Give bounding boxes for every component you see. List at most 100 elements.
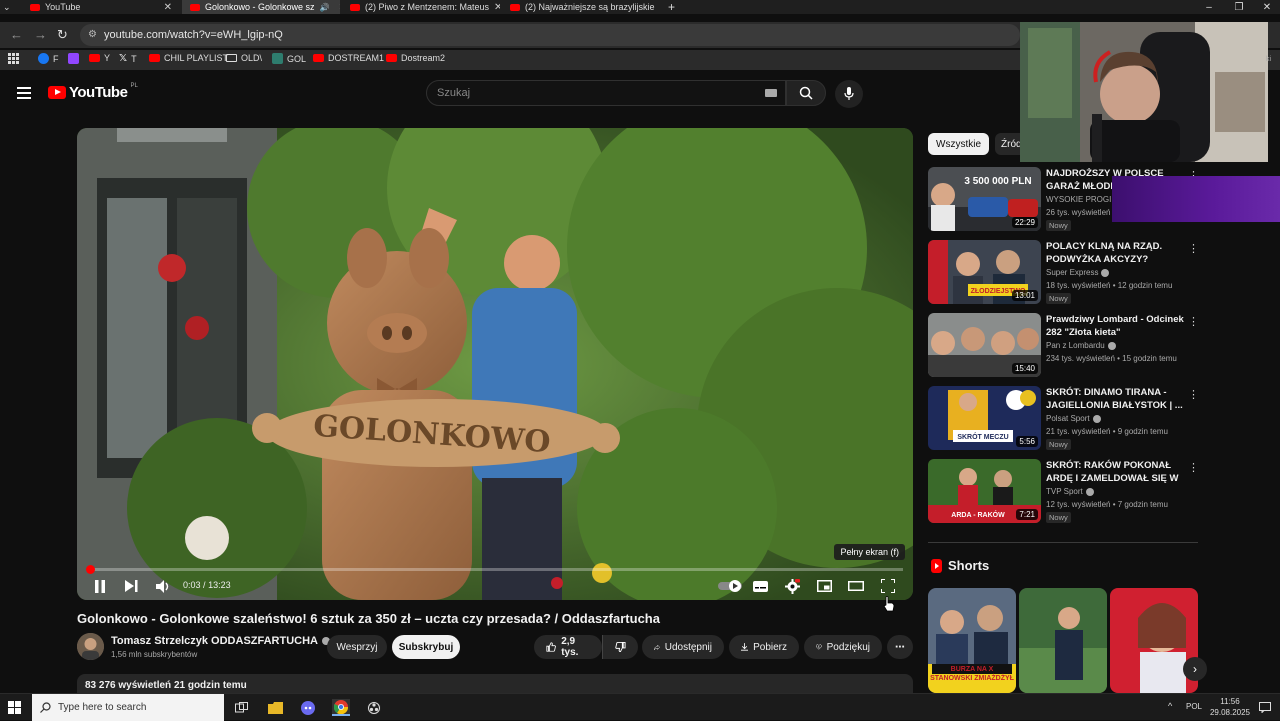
volume-button[interactable]: [152, 576, 174, 596]
close-icon[interactable]: ✕: [339, 2, 340, 13]
short-item[interactable]: [1110, 588, 1198, 693]
recommendation-item[interactable]: ARDA - RAKÓW 7:21 SKRÓT: RAKÓW POKONAŁ A…: [928, 459, 1198, 525]
dislike-button[interactable]: [602, 635, 638, 659]
site-info-icon[interactable]: ⚙: [88, 29, 97, 40]
notifications-icon[interactable]: [1256, 699, 1274, 716]
bookmark-gol[interactable]: GOL: [272, 53, 306, 64]
clock-date[interactable]: 29.08.2025: [1209, 708, 1251, 717]
channel-avatar[interactable]: [77, 633, 104, 660]
short-item[interactable]: BURZA NA X STANOWSKI ZMIAŻDŻYŁ: [928, 588, 1016, 693]
chip-all[interactable]: Wszystkie: [928, 133, 989, 155]
clock-time[interactable]: 11:56: [1217, 697, 1243, 706]
more-vertical-icon[interactable]: ⋮: [1188, 315, 1199, 328]
recommendation-title[interactable]: SKRÓT: DINAMO TIRANA - JAGIELLONIA BIAŁY…: [1046, 386, 1186, 412]
recommendation-meta: 21 tys. wyświetleń • 9 godzin temu: [1046, 427, 1168, 436]
bookmark-t[interactable]: 𝕏T: [119, 53, 137, 64]
channel-label: Super Express: [1046, 268, 1098, 277]
taskbar-search-input[interactable]: Type here to search: [32, 694, 224, 721]
bookmark-y[interactable]: Y: [89, 53, 110, 63]
close-icon[interactable]: ✕: [494, 2, 500, 13]
bookmark-f[interactable]: F: [38, 53, 59, 64]
autoplay-toggle[interactable]: [717, 576, 745, 596]
file-explorer-icon[interactable]: [266, 699, 284, 716]
recommendation-channel[interactable]: Pan z Lombardu: [1046, 341, 1116, 350]
address-bar[interactable]: ⚙ youtube.com/watch?v=eWH_lgip-nQ: [80, 24, 1020, 46]
recommendation-channel[interactable]: Polsat Sport: [1046, 414, 1101, 423]
tab-search-dropdown[interactable]: ⌄: [0, 0, 14, 14]
subscribe-button[interactable]: Subskrybuj: [392, 635, 460, 659]
more-vertical-icon[interactable]: ⋮: [1188, 388, 1199, 401]
reload-button[interactable]: ↻: [57, 27, 68, 43]
windows-start-icon[interactable]: [8, 701, 21, 714]
subtitles-button[interactable]: [749, 576, 771, 596]
settings-button[interactable]: [781, 576, 803, 596]
pause-button[interactable]: [89, 576, 111, 596]
video-thumbnail[interactable]: SKRÓT MECZU 5:56: [928, 386, 1041, 450]
tab-brazylijskie[interactable]: (2) Najważniejsze są brazylijskie ✕: [502, 0, 660, 14]
task-view-icon[interactable]: [232, 699, 250, 716]
recommendation-channel[interactable]: Super Express: [1046, 268, 1109, 277]
keyboard-icon[interactable]: [765, 89, 777, 97]
video-thumbnail[interactable]: 3 500 000 PLN 22:29: [928, 167, 1041, 231]
bookmark-dostream2[interactable]: Dostream2: [386, 53, 445, 63]
fullscreen-button[interactable]: [877, 576, 899, 596]
recommendation-title[interactable]: POLACY KLNĄ NA RZĄD. PODWYŻKA AKCYZY? WÓ…: [1046, 240, 1186, 266]
bookmark-old[interactable]: OLD\: [226, 53, 262, 63]
back-button[interactable]: ←: [10, 27, 23, 42]
tab-youtube[interactable]: YouTube ✕: [22, 0, 180, 14]
video-player[interactable]: GOLONKOWO Pełny ekran (f) 0:03 / 13:23: [77, 128, 913, 600]
speaker-icon[interactable]: 🔊: [320, 3, 330, 12]
thanks-button[interactable]: $ Podziękuj: [804, 635, 882, 659]
youtube-logo[interactable]: YouTube PL: [48, 84, 138, 101]
video-thumbnail[interactable]: ARDA - RAKÓW 7:21: [928, 459, 1041, 523]
recommendation-channel[interactable]: TVP Sport: [1046, 487, 1094, 496]
video-thumbnail[interactable]: 15:40: [928, 313, 1041, 377]
subscriber-count: 1,56 mln subskrybentów: [111, 650, 197, 659]
recommendation-item[interactable]: ZŁODZIEJSTWO 13:01 POLACY KLNĄ NA RZĄD. …: [928, 240, 1198, 306]
recommendation-meta: 26 tys. wyświetleń: [1046, 208, 1110, 217]
support-button[interactable]: Wesprzyj: [327, 635, 387, 659]
restore-button[interactable]: ❐: [1224, 0, 1254, 14]
tab-piwo-z-mentzenem[interactable]: (2) Piwo z Mentzenem: Mateus ✕: [342, 0, 500, 14]
recommendation-item[interactable]: SKRÓT MECZU 5:56 SKRÓT: DINAMO TIRANA - …: [928, 386, 1198, 452]
more-actions-button[interactable]: ⋯: [887, 635, 913, 659]
like-button[interactable]: 2,9 tys.: [534, 635, 602, 659]
input-language[interactable]: POL: [1186, 702, 1202, 711]
search-button[interactable]: [786, 80, 826, 106]
minimize-button[interactable]: –: [1194, 0, 1224, 14]
share-button[interactable]: Udostępnij: [642, 635, 724, 659]
short-item[interactable]: [1019, 588, 1107, 693]
shorts-next-button[interactable]: ›: [1183, 657, 1207, 681]
channel-name[interactable]: Tomasz Strzelczyk ODDASZFARTUCHA: [111, 635, 330, 647]
recommendation-title[interactable]: Prawdziwy Lombard - Odcinek 282 "Złota k…: [1046, 313, 1186, 339]
close-window-button[interactable]: ✕: [1252, 0, 1280, 14]
voice-search-button[interactable]: [835, 80, 863, 108]
close-icon[interactable]: ✕: [164, 2, 172, 13]
download-button[interactable]: Pobierz: [729, 635, 799, 659]
progress-bar[interactable]: [87, 568, 903, 571]
bookmark-dostream1[interactable]: DOSTREAM1: [313, 53, 384, 63]
next-button[interactable]: [120, 576, 142, 596]
search-input[interactable]: Szukaj: [426, 80, 786, 106]
apps-icon[interactable]: [8, 53, 19, 64]
menu-icon[interactable]: [17, 87, 31, 99]
new-tab-button[interactable]: +: [664, 0, 682, 14]
discord-icon[interactable]: [299, 699, 317, 716]
recommendation-channel[interactable]: WYSOKIE PROGI: [1046, 195, 1111, 204]
theater-mode-button[interactable]: [845, 576, 867, 596]
bookmark-twitch[interactable]: [68, 53, 79, 64]
recommendation-title[interactable]: SKRÓT: RAKÓW POKONAŁ ARDĘ I ZAMELDOWAŁ S…: [1046, 459, 1186, 485]
short-thumbnail: [1019, 588, 1107, 693]
more-vertical-icon[interactable]: ⋮: [1188, 242, 1199, 255]
hand-cursor-icon: [883, 596, 895, 612]
forward-button[interactable]: →: [34, 27, 47, 42]
recommendation-item[interactable]: 15:40 Prawdziwy Lombard - Odcinek 282 "Z…: [928, 313, 1198, 379]
more-vertical-icon[interactable]: ⋮: [1188, 461, 1199, 474]
tab-golonkowo[interactable]: Golonkowo - Golonkowe sz 🔊 ✕: [182, 0, 340, 14]
chrome-icon[interactable]: [332, 699, 350, 716]
video-thumbnail[interactable]: ZŁODZIEJSTWO 13:01: [928, 240, 1041, 304]
bookmark-chil-playlist[interactable]: CHIL PLAYLIST: [149, 53, 228, 63]
chevron-up-icon[interactable]: ^: [1168, 701, 1172, 711]
miniplayer-button[interactable]: [813, 576, 835, 596]
obs-icon[interactable]: [365, 699, 383, 716]
